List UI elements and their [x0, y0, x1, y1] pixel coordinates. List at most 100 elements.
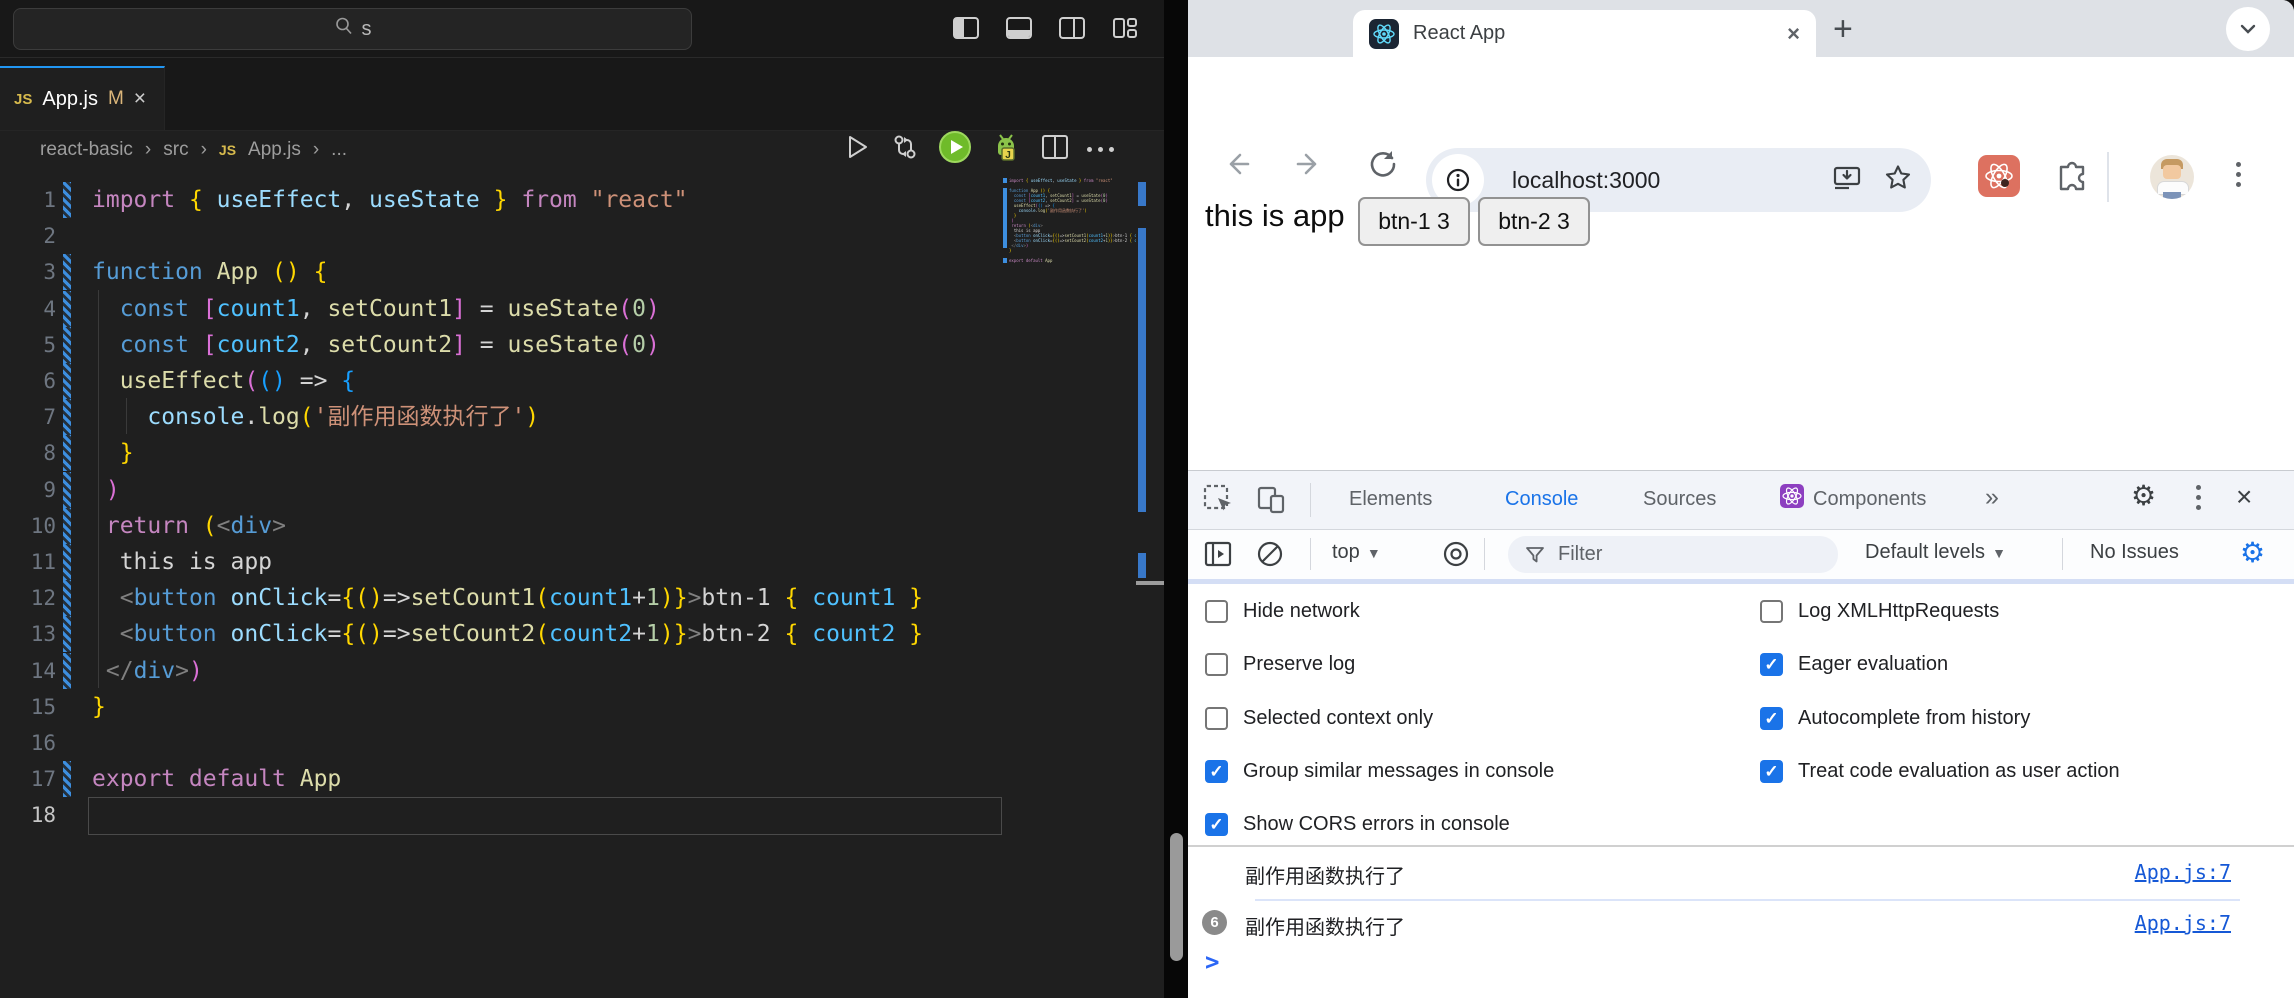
unchecked-checkbox[interactable]: [1205, 653, 1228, 676]
unchecked-checkbox[interactable]: [1205, 707, 1228, 730]
console-sidebar-icon[interactable]: [1202, 538, 1234, 575]
checked-checkbox[interactable]: ✓: [1760, 707, 1783, 730]
extensions-puzzle-icon[interactable]: [2053, 157, 2091, 200]
profile-avatar[interactable]: [2150, 155, 2194, 199]
code-line[interactable]: function App () {: [92, 254, 327, 290]
console-message-text: 副作用函数执行了: [1245, 860, 1405, 889]
breadcrumb-item[interactable]: App.js: [248, 139, 301, 161]
line-number: 17: [10, 761, 56, 797]
eye-live-expression-icon[interactable]: [1440, 538, 1472, 575]
code-line[interactable]: import { useEffect, useState } from "rea…: [92, 182, 688, 218]
toggle-panel-icon[interactable]: [1004, 13, 1034, 43]
inspect-element-icon[interactable]: [1202, 483, 1236, 522]
open-changes-icon[interactable]: [889, 131, 921, 168]
breadcrumb-item[interactable]: src: [163, 139, 188, 161]
issues-counter[interactable]: No Issues: [2090, 541, 2179, 564]
checked-checkbox[interactable]: ✓: [1760, 653, 1783, 676]
bookmark-star-icon[interactable]: [1883, 163, 1913, 198]
run-icon[interactable]: [840, 131, 872, 168]
line-number: 18: [10, 797, 56, 833]
tab-search-button[interactable]: [2226, 7, 2270, 51]
tab-appjs[interactable]: JS App.js M ×: [0, 66, 165, 130]
breadcrumb-separator: ›: [201, 139, 207, 161]
browser-tab-react-app[interactable]: React App ×: [1353, 10, 1816, 57]
toggle-secondary-sidebar-icon[interactable]: [1057, 13, 1087, 43]
minimap[interactable]: import { useEffect, useState } from "rea…: [1003, 178, 1136, 318]
btn-2-button[interactable]: btn-2 3: [1478, 197, 1590, 246]
code-editor[interactable]: 1import { useEffect, useState } from "re…: [0, 170, 1002, 998]
source-location-link[interactable]: App.js:7: [2135, 911, 2231, 935]
console-settings-gear-icon[interactable]: ⚙: [2240, 539, 2265, 567]
toolbar-divider: [2107, 152, 2109, 202]
run-code-icon[interactable]: [938, 130, 972, 169]
line-number: 10: [10, 508, 56, 544]
clear-console-icon[interactable]: [1254, 538, 1286, 575]
console-prompt-chevron[interactable]: >: [1205, 948, 1219, 976]
back-icon[interactable]: [1220, 147, 1254, 186]
customize-layout-icon[interactable]: [1110, 13, 1140, 43]
new-tab-button[interactable]: +: [1833, 12, 1853, 46]
code-line[interactable]: console.log('副作用函数执行了'): [92, 399, 539, 435]
command-center-search[interactable]: s: [13, 8, 692, 50]
devtools-close-icon[interactable]: ×: [2236, 481, 2252, 513]
open-in-browser-icon[interactable]: J: [989, 130, 1023, 169]
chrome-menu-icon[interactable]: [2236, 162, 2241, 187]
code-line[interactable]: }: [92, 435, 134, 471]
react-devtools-extension-icon[interactable]: [1978, 155, 2020, 197]
code-line[interactable]: this is app: [92, 544, 272, 580]
checked-checkbox[interactable]: ✓: [1205, 760, 1228, 783]
minimap-line: [1003, 263, 1136, 268]
log-levels-selector[interactable]: Default levels▼: [1865, 541, 2006, 564]
forward-icon[interactable]: [1292, 147, 1326, 186]
devtools-tab-sources[interactable]: Sources: [1643, 471, 1716, 527]
code-line[interactable]: <button onClick={()=>setCount2(count2+1)…: [92, 616, 923, 652]
code-line[interactable]: <button onClick={()=>setCount1(count1+1)…: [92, 580, 923, 616]
checked-checkbox[interactable]: ✓: [1205, 813, 1228, 836]
vscode-titlebar: s: [0, 0, 1188, 58]
devtools-tab-components[interactable]: Components: [1779, 471, 1926, 527]
code-line[interactable]: </div>): [92, 653, 203, 689]
avatar-face: [2163, 165, 2181, 179]
code-line[interactable]: const [count2, setCount2] = useState(0): [92, 327, 660, 363]
devtools-tab-elements[interactable]: Elements: [1349, 471, 1432, 527]
breadcrumb-separator: ›: [145, 139, 151, 161]
chevron-down-icon: ▼: [1367, 545, 1381, 561]
code-line[interactable]: return (<div>: [92, 508, 286, 544]
unchecked-checkbox[interactable]: [1205, 600, 1228, 623]
close-tab-icon[interactable]: ×: [134, 89, 146, 109]
breadcrumb-item[interactable]: react-basic: [40, 139, 133, 161]
search-value: s: [362, 18, 372, 41]
code-line[interactable]: export default App: [92, 761, 341, 797]
toggle-device-toolbar-icon[interactable]: [1254, 483, 1288, 522]
devtools-menu-icon[interactable]: [2196, 485, 2201, 510]
btn-1-button[interactable]: btn-1 3: [1358, 197, 1470, 246]
gutter-modified-indicator: [63, 182, 71, 218]
source-location-link[interactable]: App.js:7: [2135, 860, 2231, 884]
split-editor-icon[interactable]: [1040, 132, 1070, 167]
devtools-divider: [2062, 538, 2063, 570]
install-app-icon[interactable]: [1831, 162, 1863, 199]
console-setting-row: Preserve log: [1205, 642, 1355, 687]
more-tabs-icon[interactable]: »: [1985, 483, 1999, 512]
reload-icon[interactable]: [1366, 147, 1400, 186]
url-text[interactable]: localhost:3000: [1512, 167, 1831, 194]
overview-ruler-change: [1138, 182, 1146, 206]
code-line[interactable]: const [count1, setCount1] = useState(0): [92, 291, 660, 327]
code-line[interactable]: ): [92, 472, 120, 508]
breadcrumb-item[interactable]: ...: [331, 139, 347, 161]
breadcrumb[interactable]: react-basic›src›JSApp.js›...: [40, 130, 347, 170]
console-filter-input[interactable]: Filter: [1508, 536, 1838, 573]
toggle-primary-sidebar-icon[interactable]: [951, 13, 981, 43]
code-line[interactable]: useEffect(() => {: [92, 363, 355, 399]
devtools-tab-console[interactable]: Console: [1505, 471, 1578, 527]
close-tab-icon[interactable]: ×: [1787, 21, 1800, 47]
context-selector[interactable]: top▼: [1332, 541, 1381, 564]
devtools-settings-gear-icon[interactable]: ⚙: [2131, 482, 2156, 510]
checked-checkbox[interactable]: ✓: [1760, 760, 1783, 783]
editor-scrollbar-thumb[interactable]: [1170, 833, 1183, 961]
more-actions-icon[interactable]: [1087, 147, 1114, 152]
unchecked-checkbox[interactable]: [1760, 600, 1783, 623]
code-line[interactable]: }: [92, 689, 106, 725]
checkbox-label: Eager evaluation: [1798, 653, 1948, 676]
gutter-modified-indicator: [63, 544, 71, 580]
